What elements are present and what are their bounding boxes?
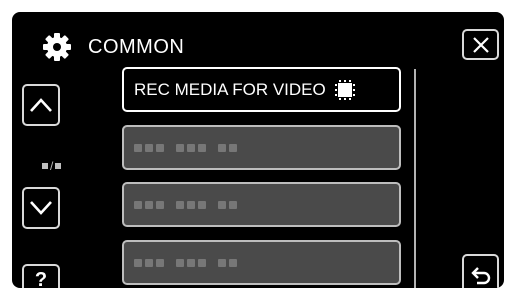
placeholder-text <box>134 200 249 209</box>
close-button[interactable] <box>462 29 499 60</box>
scrollbar[interactable] <box>414 69 416 288</box>
header: COMMON <box>42 32 184 62</box>
help-button[interactable]: ? <box>22 264 60 288</box>
back-button[interactable] <box>462 254 499 288</box>
menu-item-placeholder[interactable] <box>122 182 401 227</box>
placeholder-text <box>134 258 249 267</box>
chevron-down-icon <box>30 201 52 215</box>
help-label: ? <box>34 268 48 289</box>
memory-chip-icon <box>334 79 355 100</box>
chevron-up-icon <box>30 98 52 112</box>
scroll-up-button[interactable] <box>22 84 60 126</box>
page-indicator: / <box>40 159 63 173</box>
close-icon <box>472 36 489 53</box>
menu-item-placeholder[interactable] <box>122 240 401 285</box>
menu-item-rec-media-for-video[interactable]: REC MEDIA FOR VIDEO <box>122 67 401 112</box>
menu-item-label: REC MEDIA FOR VIDEO <box>134 79 326 99</box>
page-title: COMMON <box>88 35 185 58</box>
placeholder-text <box>134 143 249 152</box>
menu-item-placeholder[interactable] <box>122 125 401 170</box>
return-icon <box>470 267 490 285</box>
scroll-down-button[interactable] <box>22 187 60 229</box>
gear-icon <box>43 33 71 61</box>
menu-screen: COMMON / ? REC MEDIA FOR VIDEO <box>12 12 504 288</box>
